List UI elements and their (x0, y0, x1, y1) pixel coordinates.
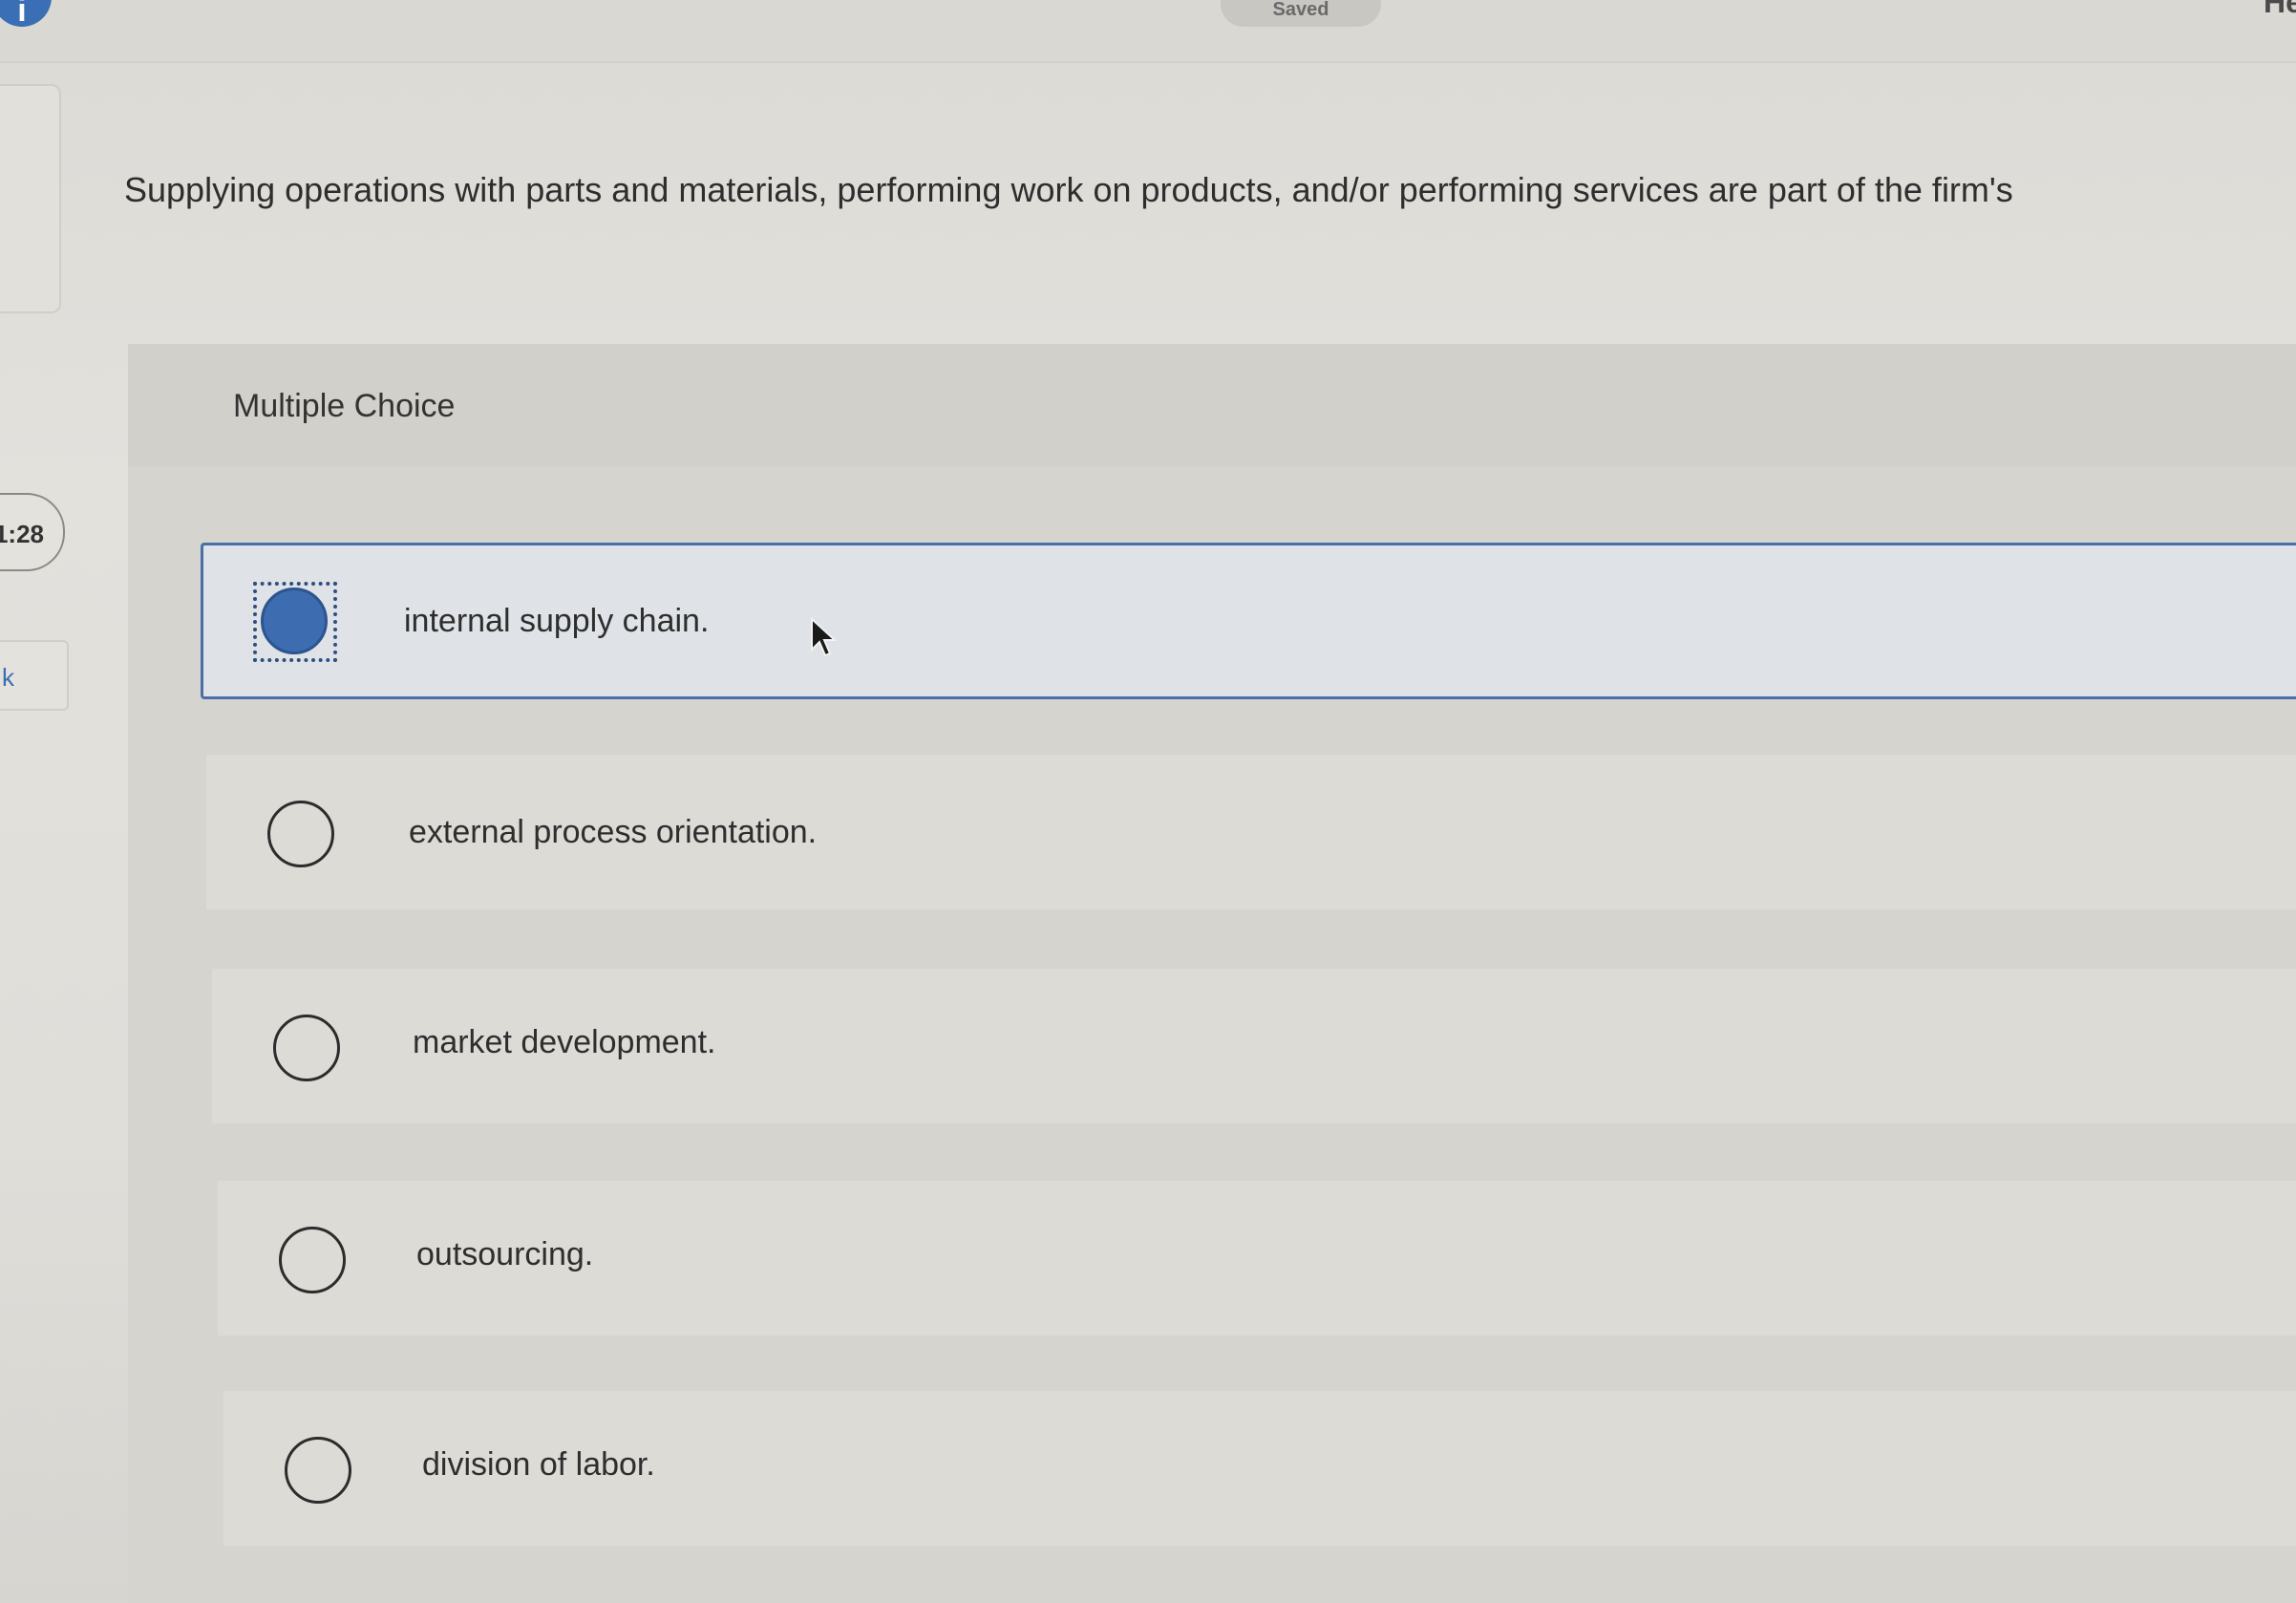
timer-badge[interactable]: 1:28 (0, 493, 65, 571)
question-prompt: Supplying operations with parts and mate… (124, 170, 2013, 209)
answer-option-label: outsourcing. (416, 1236, 594, 1272)
multiple-choice-header: Multiple Choice (128, 344, 2296, 466)
radio-button[interactable] (273, 1015, 340, 1081)
radio-button[interactable] (279, 1227, 346, 1293)
info-icon[interactable]: i (0, 0, 52, 29)
top-bar: i Saved He (0, 0, 2296, 63)
side-panel (0, 84, 61, 313)
answer-option-label: external process orientation. (409, 814, 818, 850)
radio-focus-area (253, 582, 339, 668)
multiple-choice-label: Multiple Choice (233, 388, 456, 424)
answer-option-4[interactable]: outsourcing. (218, 1181, 2296, 1336)
answer-option-label: division of labor. (422, 1446, 655, 1483)
answer-option-label: internal supply chain. (404, 603, 710, 639)
mouse-pointer-icon (811, 617, 837, 657)
side-tab[interactable]: k (0, 640, 69, 711)
answer-option-5[interactable]: division of labor. (223, 1391, 2296, 1546)
help-link[interactable]: He (2264, 0, 2296, 20)
radio-button-selected[interactable] (261, 588, 328, 654)
radio-button[interactable] (267, 801, 334, 867)
radio-button[interactable] (285, 1437, 351, 1504)
answer-option-2[interactable]: external process orientation. (206, 755, 2296, 909)
answer-option-3[interactable]: market development. (212, 969, 2296, 1123)
saved-status-badge: Saved (1221, 0, 1381, 27)
answer-option-label: market development. (413, 1024, 716, 1060)
answer-option-1[interactable]: internal supply chain. (201, 543, 2296, 699)
